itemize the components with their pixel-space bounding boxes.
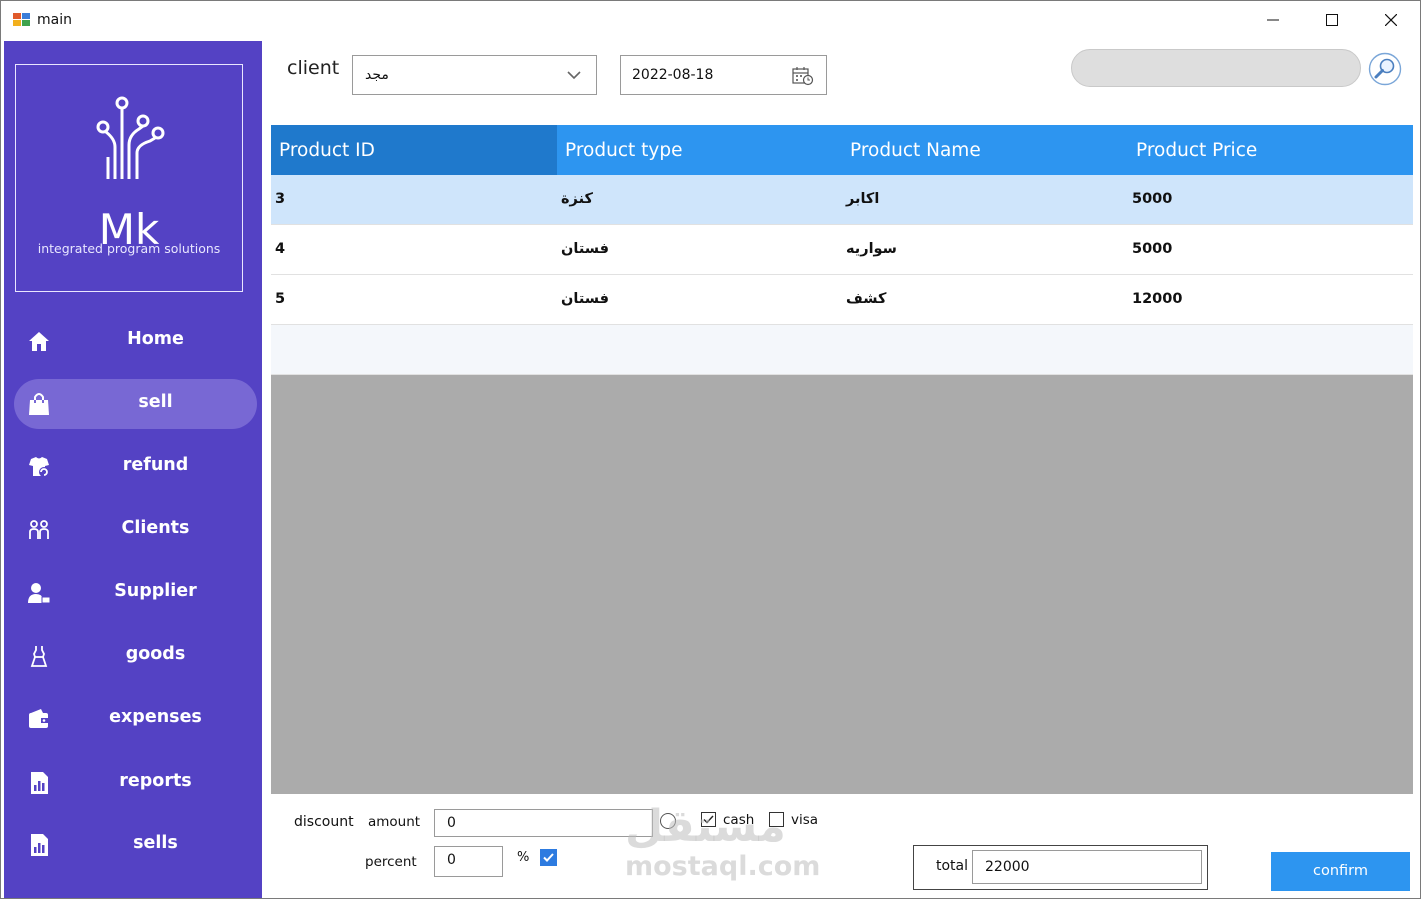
sidebar-item-label: reports	[119, 771, 192, 791]
sidebar-item-goods[interactable]: goods	[14, 631, 257, 681]
calendar-icon[interactable]	[792, 66, 814, 86]
sidebar: Mk integrated program solutions Home sel…	[4, 41, 262, 898]
column-header-product-price[interactable]: Product Price	[1128, 125, 1413, 175]
cell-product-type: فستان	[561, 241, 609, 257]
sidebar-item-sell[interactable]: sell	[14, 379, 257, 429]
percent-label: percent	[365, 854, 417, 870]
main-window: main Mk integrated program solutions Hom…	[0, 0, 1421, 899]
column-header-product-id[interactable]: Product ID	[271, 125, 557, 175]
sidebar-item-supplier[interactable]: Supplier	[14, 568, 257, 618]
table-row[interactable]: 4 فستان سواريه 5000	[271, 225, 1413, 275]
sidebar-item-clients[interactable]: Clients	[14, 505, 257, 555]
table-row[interactable]: 3 كنزة اكابر 5000	[271, 175, 1413, 225]
maximize-button[interactable]	[1303, 1, 1361, 39]
maximize-icon	[1326, 14, 1338, 26]
refund-shirt-icon	[29, 457, 49, 477]
date-value: 2022-08-18	[632, 67, 714, 83]
total-label: total	[936, 858, 969, 874]
sidebar-item-label: goods	[125, 644, 186, 664]
sidebar-item-label: sell	[138, 392, 173, 412]
sidebar-item-label: expenses	[109, 707, 202, 727]
wallet-icon	[29, 709, 49, 728]
cell-product-id: 5	[275, 291, 286, 307]
cell-product-name: اكابر	[846, 191, 880, 207]
search-input[interactable]	[1071, 49, 1361, 87]
sidebar-item-home[interactable]: Home	[14, 316, 257, 366]
cell-product-id: 4	[275, 241, 286, 257]
percent-checkbox[interactable]	[540, 849, 557, 866]
logo-tagline: integrated program solutions	[37, 241, 221, 256]
check-icon	[543, 853, 554, 862]
sidebar-item-label: sells	[133, 833, 178, 853]
cell-product-price: 12000	[1132, 291, 1183, 307]
column-header-product-type[interactable]: Product type	[557, 125, 842, 175]
client-dropdown[interactable]: مجد	[352, 55, 597, 95]
sidebar-item-sells[interactable]: sells	[14, 820, 257, 870]
supplier-icon	[28, 583, 51, 604]
column-header-product-name[interactable]: Product Name	[842, 125, 1128, 175]
window-title: main	[37, 12, 72, 28]
total-group: total 22000	[913, 845, 1208, 890]
cell-product-type: فستان	[561, 291, 609, 307]
shopping-bag-icon	[29, 393, 49, 415]
title-bar: main	[1, 1, 1420, 39]
cell-product-id: 3	[275, 191, 286, 207]
visa-label: visa	[791, 812, 819, 828]
minimize-button[interactable]	[1244, 1, 1302, 39]
percent-sign: %	[517, 850, 530, 865]
cell-product-price: 5000	[1132, 241, 1173, 257]
app-icon	[13, 13, 30, 26]
close-button[interactable]	[1362, 1, 1420, 39]
discount-amount-input[interactable]: 0	[434, 809, 653, 837]
total-field[interactable]: 22000	[972, 850, 1202, 884]
sidebar-item-label: Clients	[121, 518, 190, 538]
circuit-logo-icon	[96, 96, 165, 179]
sidebar-item-refund[interactable]: refund	[14, 442, 257, 492]
watermark-arabic: مستقل	[625, 801, 786, 852]
sidebar-item-reports[interactable]: reports	[14, 758, 257, 808]
watermark-latin: mostaql.com	[625, 851, 821, 882]
home-icon	[29, 332, 49, 351]
report-icon	[31, 772, 48, 794]
cell-product-name: سواريه	[846, 241, 897, 257]
report-icon	[31, 834, 48, 856]
minimize-icon	[1267, 19, 1279, 21]
amount-label: amount	[368, 814, 421, 830]
sidebar-item-expenses[interactable]: expenses	[14, 694, 257, 744]
new-row[interactable]	[271, 325, 1413, 375]
cell-product-type: كنزة	[561, 191, 593, 207]
logo: Mk integrated program solutions	[15, 64, 243, 292]
sidebar-item-label: Home	[127, 329, 184, 349]
search-icon[interactable]	[1368, 52, 1402, 86]
grid-header: Product ID Product type Product Name Pro…	[271, 125, 1413, 175]
clients-icon	[29, 520, 49, 539]
sidebar-item-label: refund	[122, 455, 189, 475]
cell-product-name: كشف	[846, 291, 887, 307]
dress-icon	[30, 646, 48, 667]
chevron-down-icon	[567, 71, 581, 80]
close-icon	[1385, 14, 1397, 26]
client-label: client	[287, 57, 340, 79]
discount-percent-input[interactable]: 0	[434, 846, 503, 877]
date-picker[interactable]: 2022-08-18	[620, 55, 827, 95]
cell-product-price: 5000	[1132, 191, 1173, 207]
products-grid[interactable]: Product ID Product type Product Name Pro…	[271, 125, 1413, 794]
client-dropdown-value: مجد	[365, 67, 389, 83]
discount-label: discount	[294, 814, 354, 830]
table-row[interactable]: 5 فستان كشف 12000	[271, 275, 1413, 325]
sidebar-item-label: Supplier	[114, 581, 197, 601]
confirm-button[interactable]: confirm	[1271, 852, 1410, 891]
